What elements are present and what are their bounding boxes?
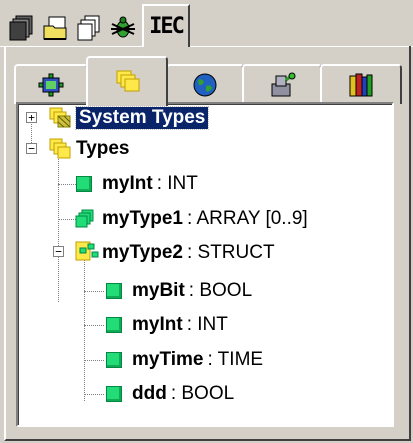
visualizations-icon bbox=[77, 15, 100, 41]
tree-node-system-types[interactable]: System Types bbox=[74, 104, 210, 132]
globe-icon bbox=[193, 73, 217, 97]
tree-connector bbox=[84, 394, 104, 395]
node-name: Types bbox=[76, 138, 130, 159]
types-folder-icon bbox=[49, 138, 71, 159]
tree-node-mybit[interactable]: myBit : BOOL bbox=[132, 277, 252, 305]
collapse-types-button[interactable]: − bbox=[26, 143, 37, 154]
subtab-function-blocks[interactable] bbox=[242, 64, 322, 104]
pou-list-icon bbox=[9, 15, 33, 41]
data-types-folder-icon bbox=[43, 16, 67, 40]
node-name: myInt bbox=[132, 314, 183, 335]
tree-connector bbox=[58, 184, 76, 185]
array-type-icon bbox=[75, 209, 94, 228]
tree-connector bbox=[84, 259, 85, 401]
tree-node-mytime[interactable]: myTime : TIME bbox=[132, 346, 263, 374]
types-panel: + System Types − Types myInt : INT myTyp… bbox=[4, 46, 411, 441]
node-type: : ARRAY [0..9] bbox=[186, 208, 308, 229]
variable-leaf-icon bbox=[106, 317, 122, 333]
tree-connector bbox=[58, 154, 59, 302]
network-variables-icon bbox=[38, 73, 64, 97]
node-name: ddd bbox=[132, 383, 167, 404]
types-stack-icon bbox=[116, 70, 140, 92]
library-books-icon bbox=[349, 73, 373, 97]
resources-bug-icon bbox=[111, 16, 135, 38]
variable-leaf-icon bbox=[76, 176, 92, 192]
tab-resources[interactable] bbox=[106, 10, 140, 46]
node-name: myTime bbox=[132, 349, 204, 370]
tab-iec[interactable]: IEC bbox=[142, 4, 190, 47]
node-name: myInt bbox=[102, 173, 153, 194]
tab-pou-list[interactable] bbox=[4, 10, 38, 46]
tab-data-types[interactable] bbox=[38, 10, 72, 46]
node-type: : TIME bbox=[207, 349, 264, 370]
function-blocks-icon bbox=[271, 72, 296, 97]
types-tree-view[interactable]: + System Types − Types myInt : INT myTyp… bbox=[16, 102, 394, 427]
subtab-types[interactable] bbox=[86, 56, 168, 106]
variable-leaf-icon bbox=[106, 352, 122, 368]
sub-tab-strip bbox=[14, 56, 404, 106]
tree-connector bbox=[84, 325, 104, 326]
subtab-library[interactable] bbox=[320, 64, 402, 104]
node-name: myType2 bbox=[102, 242, 183, 263]
node-type: : INT bbox=[186, 314, 228, 335]
variable-leaf-icon bbox=[106, 386, 122, 402]
tree-node-mytype1[interactable]: myType1 : ARRAY [0..9] bbox=[102, 205, 308, 233]
node-name: System Types bbox=[74, 106, 210, 130]
tree-node-myint-member[interactable]: myInt : INT bbox=[132, 311, 228, 339]
tree-node-types[interactable]: Types bbox=[76, 135, 130, 163]
subtab-globals[interactable] bbox=[166, 64, 244, 104]
expand-system-types-button[interactable]: + bbox=[26, 112, 37, 123]
subtab-network-variables[interactable] bbox=[14, 64, 88, 104]
tree-connector bbox=[84, 291, 104, 292]
iec-types-icon: IEC bbox=[149, 14, 185, 39]
variable-leaf-icon bbox=[106, 283, 122, 299]
tab-visualizations[interactable] bbox=[72, 10, 106, 46]
system-types-folder-icon bbox=[49, 107, 71, 128]
struct-type-icon bbox=[75, 241, 99, 261]
node-name: myType1 bbox=[102, 208, 183, 229]
node-type: : STRUCT bbox=[186, 242, 275, 263]
tree-connector bbox=[84, 360, 104, 361]
tree-node-myint[interactable]: myInt : INT bbox=[102, 170, 198, 198]
node-type: : BOOL bbox=[170, 383, 235, 404]
tree-node-ddd[interactable]: ddd : BOOL bbox=[132, 380, 234, 408]
node-name: myBit bbox=[132, 280, 185, 301]
node-type: : INT bbox=[156, 173, 198, 194]
node-type: : BOOL bbox=[188, 280, 253, 301]
collapse-mytype2-button[interactable]: − bbox=[53, 246, 64, 257]
top-tab-strip: IEC bbox=[0, 0, 413, 48]
tree-node-mytype2[interactable]: myType2 : STRUCT bbox=[102, 239, 275, 267]
